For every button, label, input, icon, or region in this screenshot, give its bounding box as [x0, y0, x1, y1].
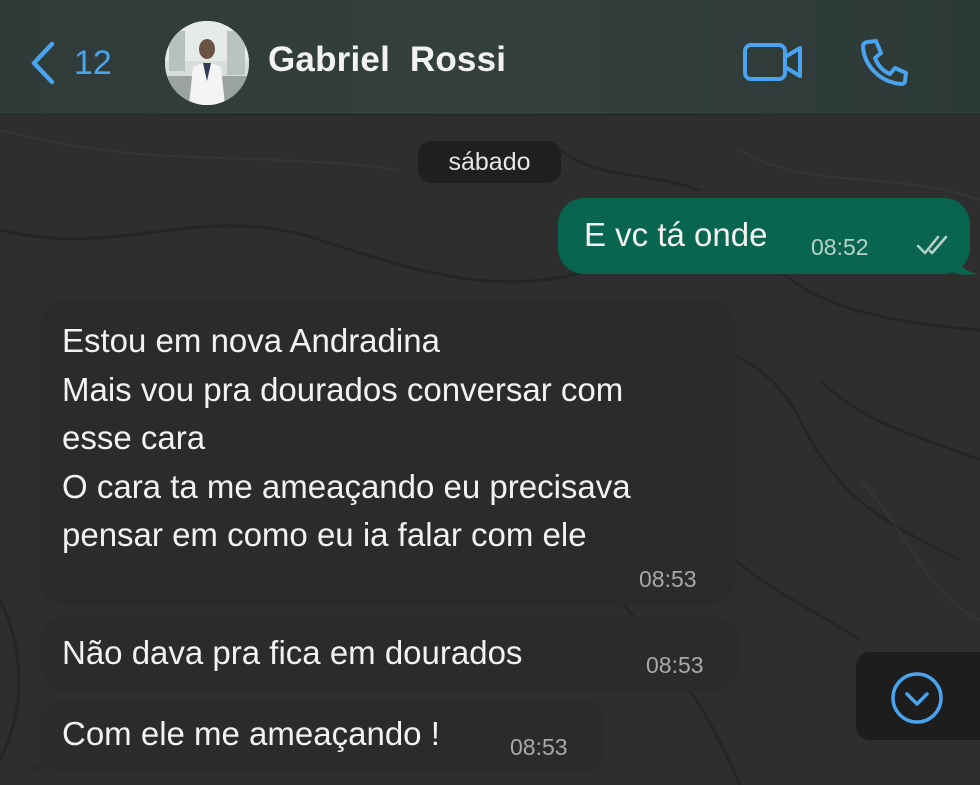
video-camera-icon	[743, 43, 802, 81]
message-bubble-incoming[interactable]: Estou em nova Andradina Mais vou pra dou…	[40, 300, 735, 606]
message-text: Não dava pra fica em dourados	[62, 634, 523, 671]
double-check-icon	[916, 235, 948, 255]
video-call-button[interactable]	[742, 40, 804, 84]
back-button[interactable]: 12	[28, 38, 112, 88]
bubble-tail-incoming	[24, 748, 50, 771]
message-text: Com ele me ameaçando !	[62, 715, 440, 752]
phone-icon	[861, 39, 908, 86]
message-bubble-incoming[interactable]: Não dava pra fica em dourados 08:53	[40, 617, 740, 691]
contact-name[interactable]: Gabriel Rossi	[268, 40, 506, 80]
chat-header: 12 Gabriel Rossi	[0, 0, 980, 115]
message-text: E vc tá onde	[584, 216, 768, 253]
chevron-down-circle-icon	[891, 672, 943, 724]
date-separator: sábado	[418, 141, 561, 183]
chevron-left-icon	[31, 41, 55, 85]
voice-call-button[interactable]	[858, 37, 910, 87]
message-text: Estou em nova Andradina Mais vou pra dou…	[62, 322, 631, 553]
message-bubble-outgoing[interactable]: E vc tá onde 08:52	[558, 198, 970, 274]
scroll-to-bottom-button[interactable]	[856, 652, 980, 740]
avatar[interactable]	[165, 21, 249, 105]
message-bubble-incoming[interactable]: Com ele me ameaçando ! 08:53	[40, 699, 605, 773]
unread-count: 12	[74, 43, 112, 82]
bubble-tail-outgoing	[952, 252, 978, 275]
message-time: 08:53	[510, 734, 568, 760]
message-time: 08:53	[646, 652, 704, 678]
message-time: 08:52	[811, 234, 869, 260]
message-time: 08:53	[639, 566, 697, 592]
avatar-image	[165, 21, 249, 105]
